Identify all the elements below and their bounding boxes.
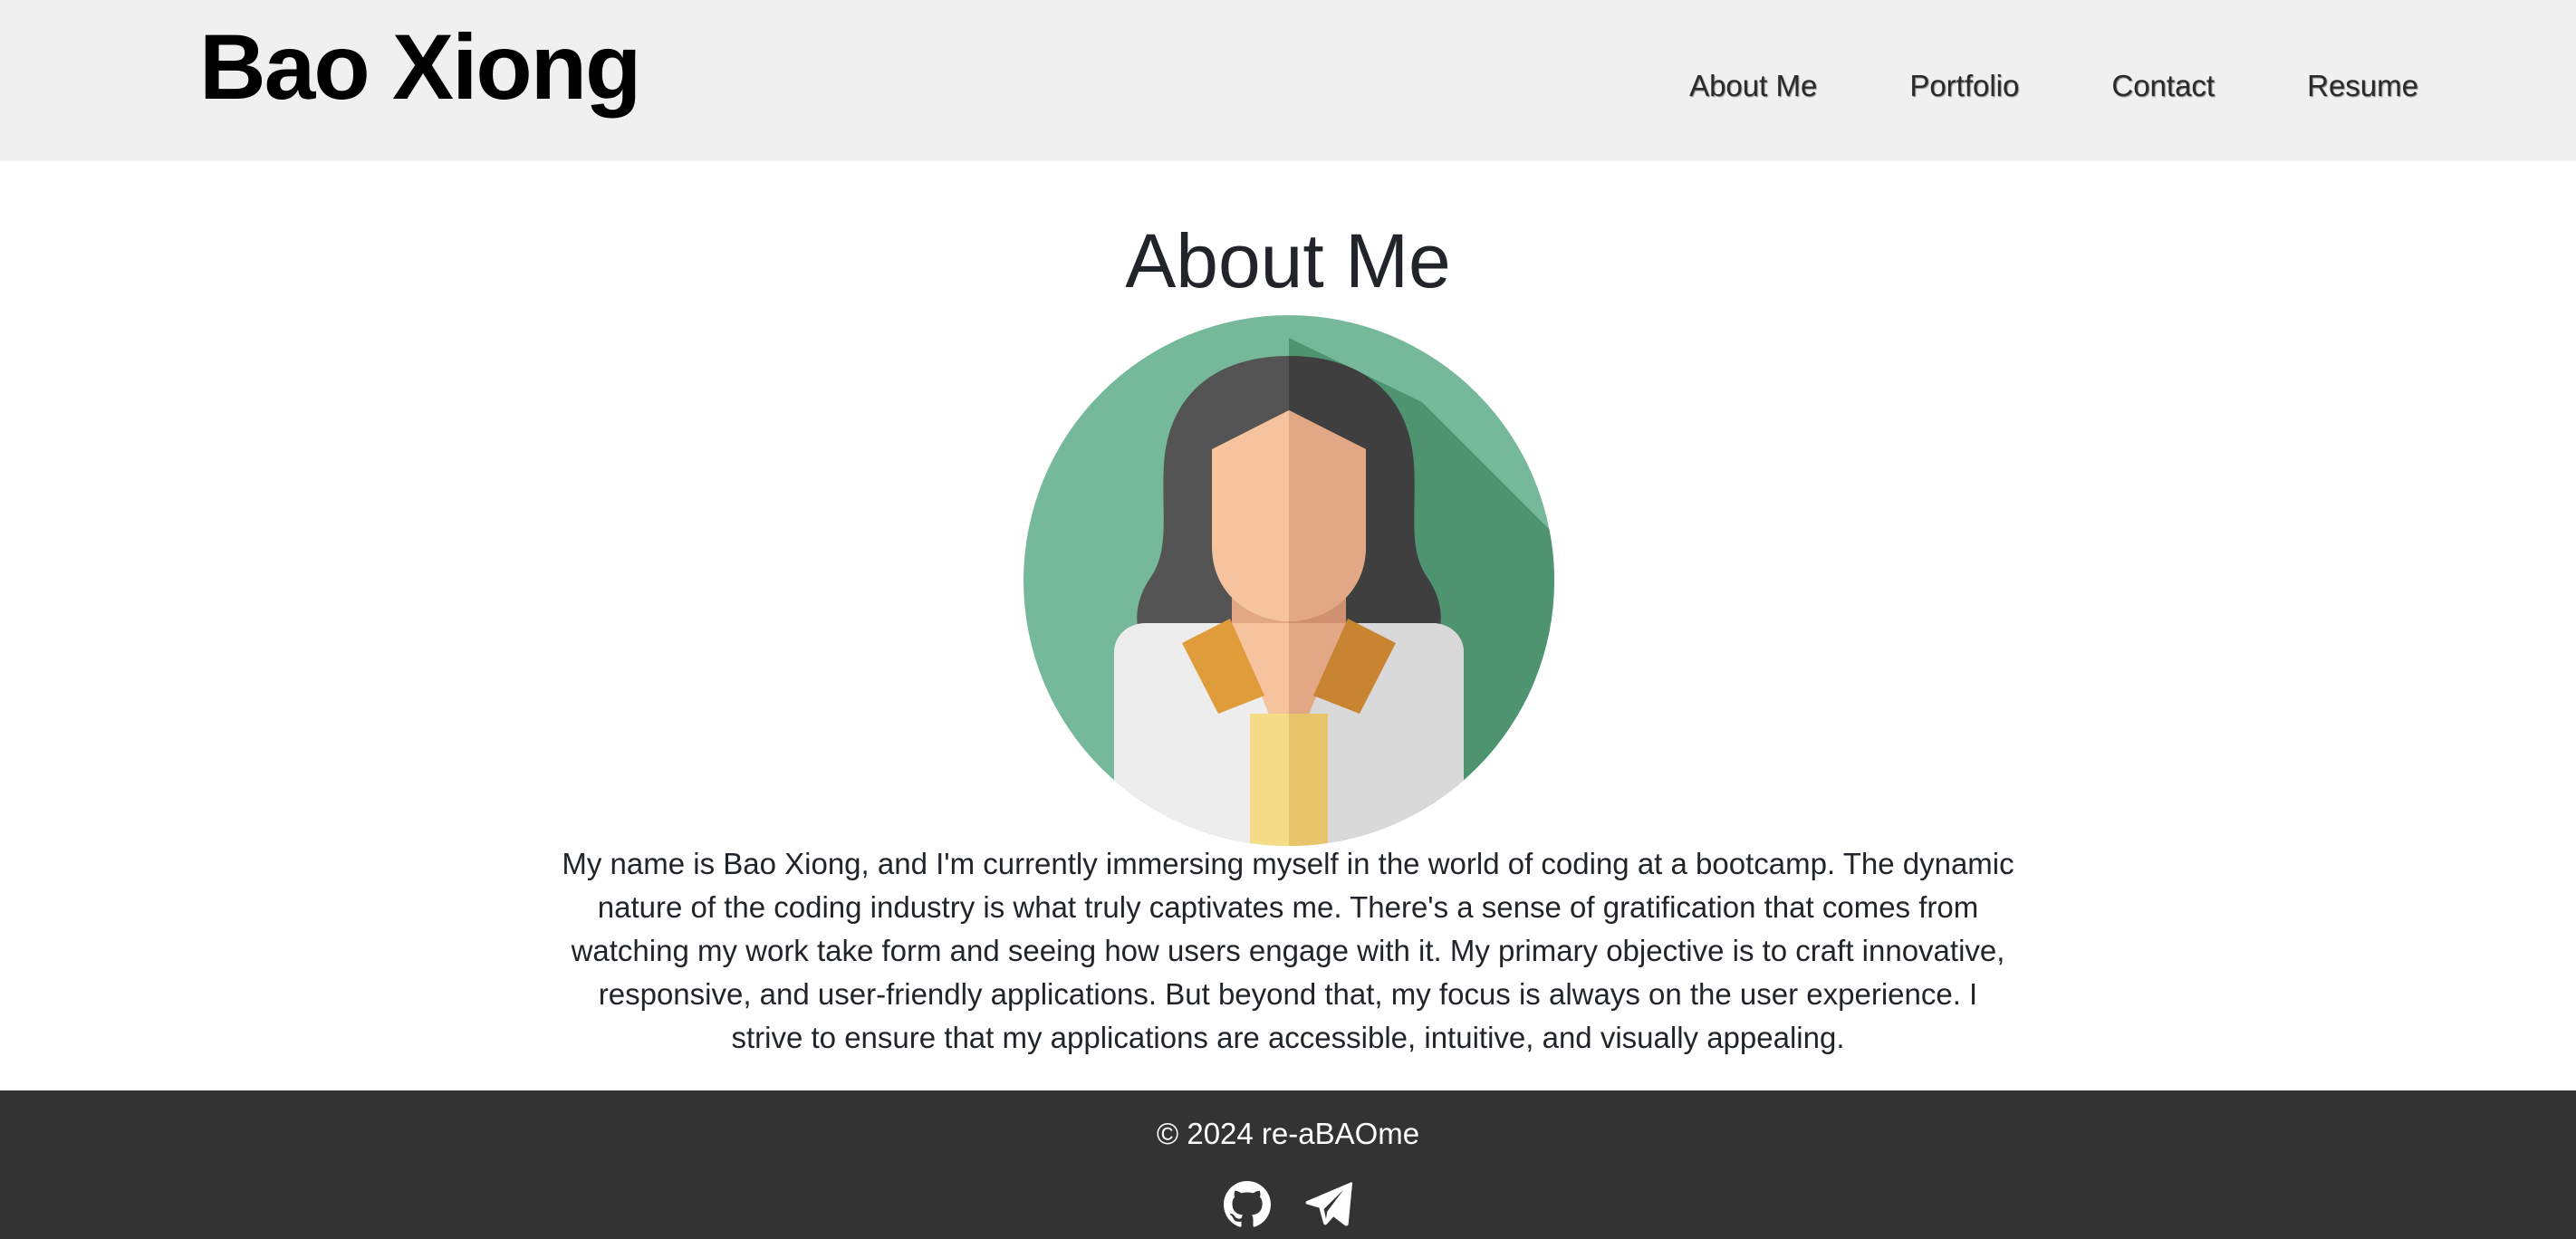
site-brand: Bao Xiong — [199, 15, 641, 119]
copyright-text: © 2024 re-aBAOme — [1156, 1117, 1420, 1150]
github-link[interactable] — [1224, 1181, 1271, 1228]
site-header: Bao Xiong About Me Portfolio Contact Res… — [0, 0, 2576, 161]
bio-paragraph: My name is Bao Xiong, and I'm currently … — [562, 847, 2014, 1054]
main-nav: About Me Portfolio Contact Resume — [1689, 63, 2418, 109]
nav-portfolio[interactable]: Portfolio — [1909, 63, 2019, 109]
paper-plane-icon — [1305, 1182, 1352, 1226]
section-title: About Me — [1125, 218, 1451, 303]
nav-contact[interactable]: Contact — [2111, 63, 2215, 109]
nav-about-me[interactable]: About Me — [1689, 63, 1817, 109]
about-section: About Me My name is Bao Xiong, and I'm c… — [0, 161, 2576, 1090]
woman-avatar-icon — [1024, 315, 1554, 846]
site-footer: © 2024 re-aBAOme — [0, 1090, 2576, 1239]
telegram-link[interactable] — [1305, 1181, 1352, 1228]
nav-resume[interactable]: Resume — [2307, 63, 2418, 109]
github-icon — [1224, 1181, 1271, 1227]
social-links — [0, 1181, 2576, 1228]
avatar-illustration — [1024, 315, 1554, 846]
